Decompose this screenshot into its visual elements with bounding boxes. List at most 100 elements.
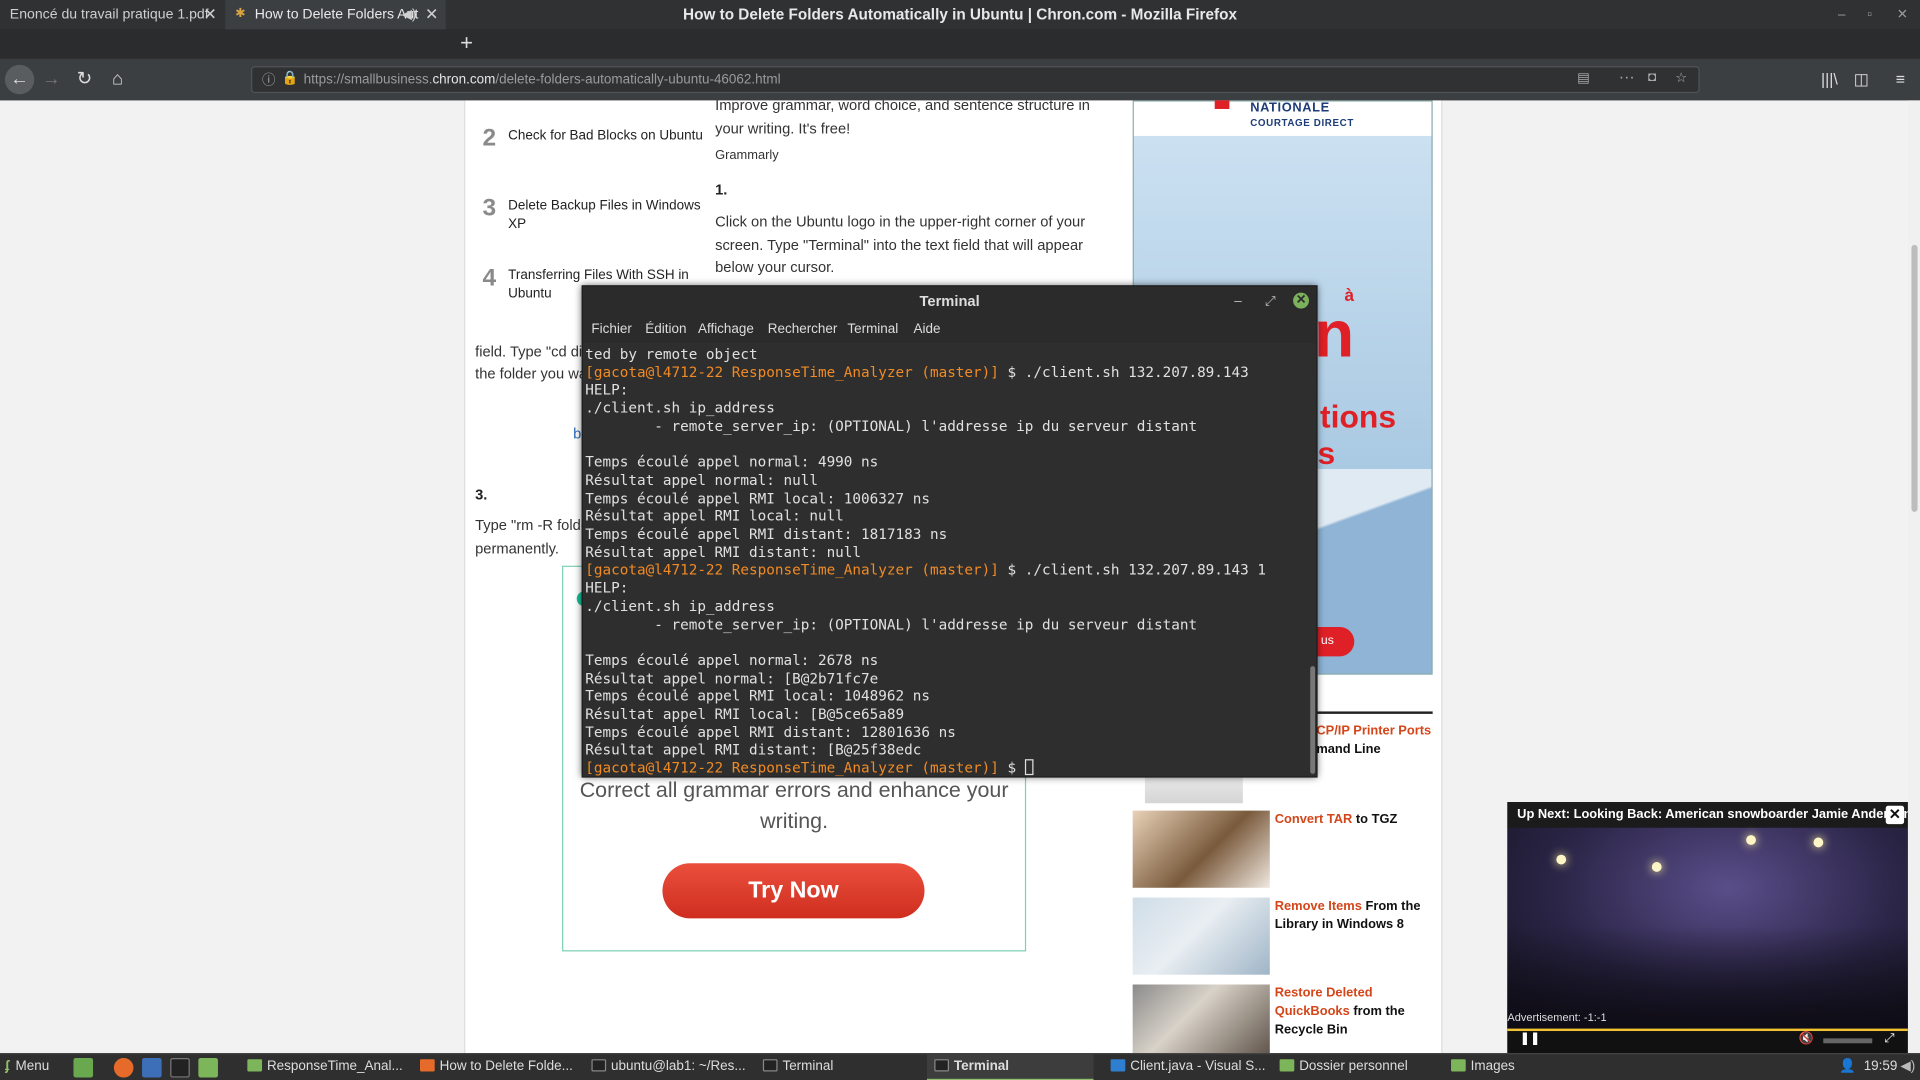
terminal-output-line: Résultat appel RMI distant: [B@25f38edc [585, 741, 922, 759]
article-thumbnail[interactable] [1132, 984, 1270, 1054]
terminal-output-line: Résultat appel normal: [B@2b71fc7e [585, 669, 879, 687]
terminal-output-line: Résultat appel normal: null [585, 471, 818, 489]
article-thumbnail[interactable] [1132, 897, 1270, 975]
menu-rechercher[interactable]: Rechercher [768, 316, 838, 343]
tab-label: How to Delete Folders Aut [254, 7, 419, 23]
url-bar[interactable]: ⓘ 🔒 https://smallbusiness.chron.com/dele… [251, 66, 1700, 94]
sidebar-link[interactable]: Convert TAR to TGZ [1275, 811, 1432, 829]
menu-affichage[interactable]: Affichage [698, 316, 754, 343]
hamburger-menu-icon[interactable]: ≡ [1888, 67, 1912, 91]
tab-chron[interactable]: ✱ How to Delete Folders Aut ◀) ✕ [225, 0, 446, 30]
taskbar-window[interactable]: Client.java - Visual S... [1108, 1054, 1267, 1080]
tab-pdf[interactable]: Enoncé du travail pratique 1.pdf ✕ [0, 0, 224, 29]
terminal-output-line: Temps écoulé appel RMI distant: 1817183 … [585, 525, 948, 543]
maximize-icon[interactable]: ▫ [1867, 0, 1872, 29]
folder-icon [247, 1059, 263, 1072]
back-button[interactable]: ← [4, 64, 35, 95]
taskbar-window[interactable]: How to Delete Folde... [418, 1054, 577, 1080]
terminal-minimize-icon[interactable]: – [1234, 287, 1242, 316]
taskbar-window[interactable]: ubuntu@lab1: ~/Res... [589, 1054, 748, 1080]
sidebar-link[interactable]: Restore Deleted QuickBooks from the Recy… [1275, 984, 1432, 1039]
page-scrollbar-thumb[interactable] [1911, 244, 1918, 512]
terminal-launcher-icon[interactable] [170, 1057, 190, 1078]
close-video-icon[interactable]: ✕ [1885, 805, 1905, 825]
article-link[interactable]: b [573, 422, 581, 445]
files-launcher-icon[interactable] [198, 1057, 218, 1078]
terminal-close-icon[interactable]: ✕ [1293, 292, 1309, 309]
show-desktop-icon[interactable] [73, 1057, 94, 1078]
article-thumbnail[interactable] [1132, 810, 1270, 888]
info-icon[interactable]: ⓘ [262, 70, 275, 90]
taskbar-window[interactable]: Terminal [760, 1054, 919, 1080]
grammarly-brand[interactable]: Grammarly [715, 144, 779, 167]
reload-button[interactable]: ↻ [70, 65, 99, 94]
taskbar-window[interactable]: ResponseTime_Anal... [245, 1054, 404, 1080]
ad-header: NATIONALE COURTAGE DIRECT [1133, 100, 1432, 136]
terminal-window[interactable]: Terminal – ⤢ ✕ Fichier Édition Affichage… [581, 285, 1318, 778]
lock-warning-icon[interactable]: 🔒 [282, 70, 299, 86]
new-tab-button[interactable]: + [456, 29, 478, 58]
firefox-launcher-icon[interactable] [113, 1057, 134, 1078]
taskbar-window[interactable]: Dossier personnel [1277, 1054, 1436, 1080]
step-text-partial: permanently. [475, 540, 559, 558]
mint-logo-icon: ʄ [4, 1059, 10, 1074]
terminal-output[interactable]: ted by remote object [gacota@l4712-22 Res… [582, 342, 1309, 777]
home-button[interactable]: ⌂ [103, 65, 132, 94]
step-text-partial: the folder you wa [475, 364, 588, 383]
pocket-icon[interactable]: ◘ [1648, 70, 1656, 85]
sidebar-toggle-icon[interactable]: ◫ [1849, 67, 1873, 91]
terminal-output-line: HELP: [585, 579, 629, 597]
sidebar-link[interactable]: Remove Items From the Library in Windows… [1275, 898, 1432, 935]
bookmark-star-icon[interactable]: ☆ [1675, 70, 1687, 86]
sidebar-link[interactable]: CP/IP Printer Ports [1316, 722, 1473, 740]
favicon-icon: ✱ [235, 7, 246, 21]
try-now-button[interactable]: Try Now [662, 863, 925, 919]
mail-launcher-icon[interactable] [142, 1057, 162, 1078]
terminal-maximize-icon[interactable]: ⤢ [1265, 287, 1276, 316]
taskbar-window-active[interactable]: Terminal [926, 1054, 1094, 1080]
video-player[interactable]: Up Next: Looking Back: American snowboar… [1507, 802, 1908, 1054]
tab-label: Enoncé du travail pratique 1.pdf [9, 7, 209, 23]
minimize-icon[interactable]: – [1838, 0, 1846, 29]
user-icon[interactable]: 👤 [1839, 1054, 1856, 1080]
close-tab-icon[interactable]: ✕ [203, 0, 216, 29]
start-menu-button[interactable]: ʄ Menu [5, 1054, 49, 1080]
volume-icon[interactable]: ◀) [1900, 1054, 1915, 1080]
sidebar-link-rest[interactable]: mand Line [1316, 741, 1473, 759]
step-number: 1. [715, 181, 728, 199]
firefox-icon [420, 1059, 435, 1072]
video-frame[interactable] [1507, 827, 1908, 1029]
menu-fichier[interactable]: Fichier [591, 316, 631, 343]
shell-prompt: [gacota@l4712-22 ResponseTime_Analyzer (… [585, 561, 1008, 579]
terminal-output-line: Résultat appel RMI local: [B@5ce65a89 [585, 705, 905, 723]
library-icon[interactable]: |||\ [1817, 67, 1841, 91]
menu-edition[interactable]: Édition [645, 316, 686, 343]
grammarly-banner-text: Correct all grammar errors and enhance y… [579, 777, 1009, 833]
taskbar-window[interactable]: Images [1449, 1054, 1596, 1080]
terminal-output-line: - remote_server_ip: (OPTIONAL) l'address… [585, 417, 1198, 435]
pause-icon[interactable]: ❚❚ [1520, 1032, 1541, 1045]
terminal-titlebar[interactable]: Terminal – ⤢ ✕ [582, 286, 1317, 316]
terminal-output-line: Temps écoulé appel RMI distant: 12801636… [585, 723, 956, 741]
speaker-icon[interactable]: ◀) [401, 0, 416, 29]
menu-terminal[interactable]: Terminal [847, 316, 898, 343]
reader-view-icon[interactable]: ▤ [1577, 70, 1590, 86]
close-window-icon[interactable]: ✕ [1897, 0, 1908, 29]
video-ad-label: Advertisement: -1:-1 [1507, 1011, 1607, 1024]
volume-slider[interactable] [1823, 1038, 1873, 1044]
mute-icon[interactable]: 🔇 [1799, 1032, 1814, 1045]
terminal-icon [591, 1059, 607, 1072]
menu-aide[interactable]: Aide [913, 316, 940, 343]
close-tab-icon[interactable]: ✕ [425, 0, 438, 29]
grammarly-text-ad[interactable]: Improve grammar, word choice, and senten… [715, 100, 1119, 139]
shell-command: $ ./client.sh 132.207.89.143 1 [1007, 561, 1267, 579]
page-actions-icon[interactable]: ··· [1619, 67, 1635, 85]
forward-button[interactable]: → [37, 65, 66, 94]
url-text[interactable]: https://smallbusiness.chron.com/delete-f… [304, 67, 781, 93]
terminal-scrollbar[interactable] [1310, 666, 1316, 774]
clock[interactable]: 19:59 [1864, 1054, 1898, 1080]
shell-prompt: [gacota@l4712-22 ResponseTime_Analyzer (… [585, 363, 1008, 381]
page-scrollbar[interactable] [1907, 100, 1920, 1054]
fullscreen-icon[interactable]: ⤢ [1885, 1032, 1895, 1045]
